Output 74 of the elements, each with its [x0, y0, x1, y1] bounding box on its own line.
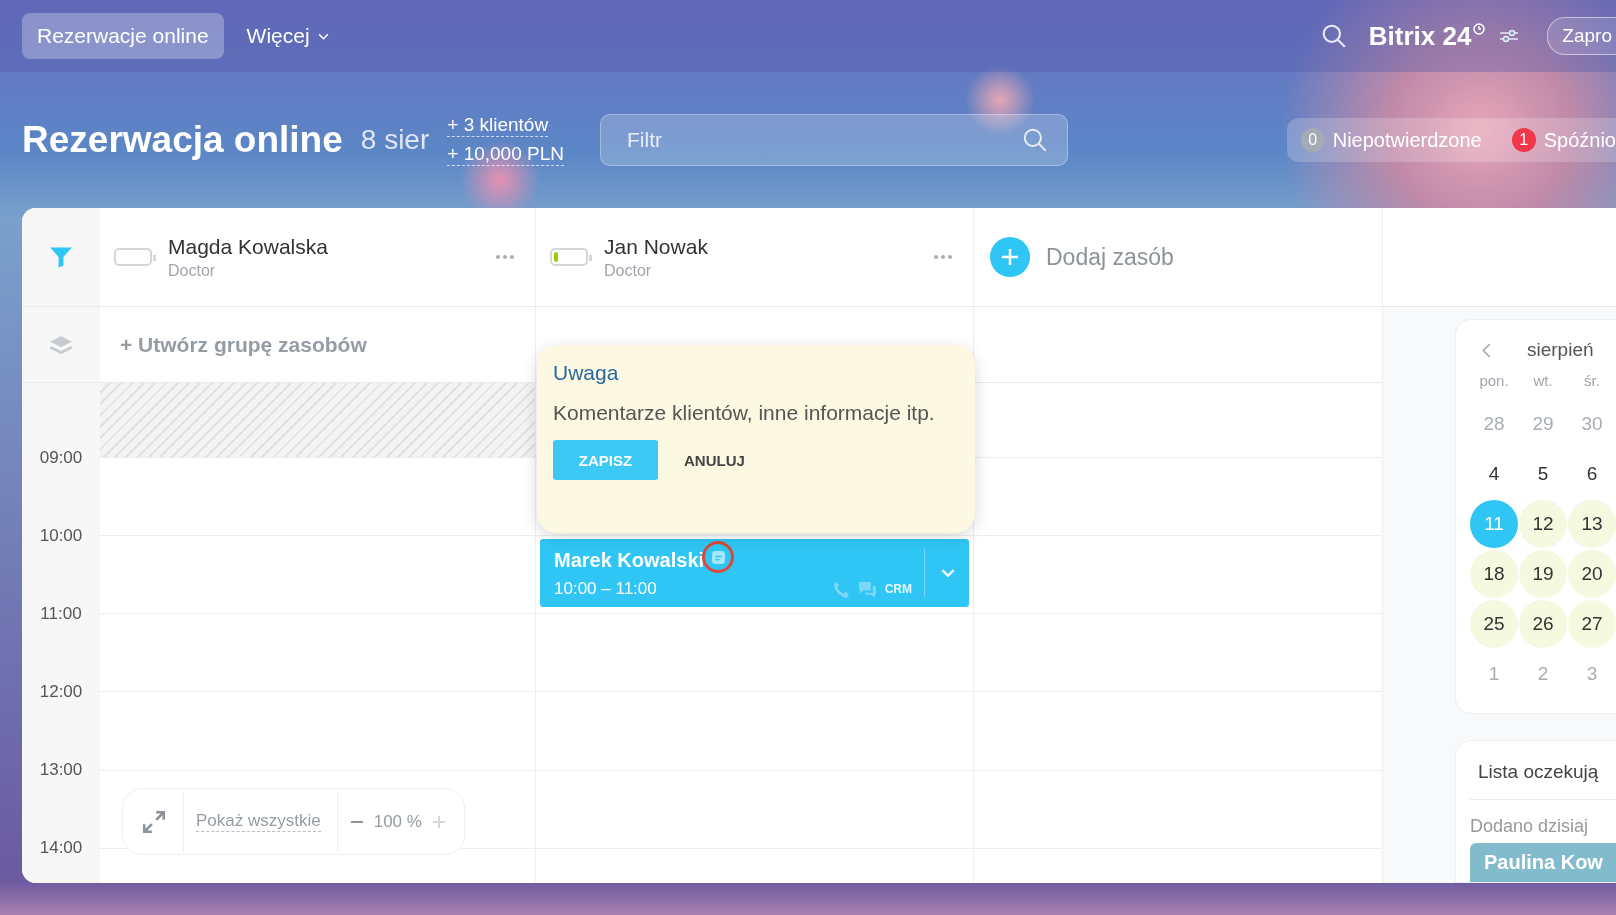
waiting-list-title: Lista oczekują [1470, 761, 1616, 800]
calendar-day[interactable]: 18 [1470, 550, 1518, 598]
calendar-day[interactable]: 2 [1519, 650, 1567, 698]
month-label: sierpień [1527, 339, 1594, 361]
calendar-day[interactable]: 12 [1519, 500, 1567, 548]
calendar-day[interactable]: 20 [1568, 550, 1616, 598]
hour-label: 09:00 [38, 448, 84, 468]
page-title: Rezerwacja online [22, 119, 343, 161]
caret-icon[interactable] [941, 568, 955, 578]
zoom-value: 100 % [373, 811, 422, 832]
calendar-day[interactable]: 4 [1470, 450, 1518, 498]
weekday-label: wt. [1532, 371, 1554, 391]
logo: Bitrix 24 [1368, 20, 1472, 52]
weekday-label: śr. [1583, 371, 1601, 391]
crm-label[interactable]: CRM [884, 582, 912, 596]
plus-icon[interactable] [431, 814, 446, 829]
resource-role: Doctor [168, 261, 217, 280]
note-icon[interactable] [710, 549, 726, 565]
resource-role: Doctor [604, 261, 653, 280]
stat-link[interactable]: + 10,000 PLN [447, 143, 564, 166]
create-group-link[interactable]: + Utwórz grupę zasobów [120, 332, 367, 357]
more-icon[interactable] [495, 254, 515, 260]
hour-label: 11:00 [39, 604, 83, 624]
calendar-day[interactable]: 11 [1470, 500, 1518, 548]
booking-time: 10:00 – 11:00 [554, 579, 657, 599]
resource-name: Magda Kowalska [168, 234, 329, 259]
nav-tab[interactable]: Więcej [231, 13, 344, 59]
count-badge: 0 [1300, 128, 1325, 152]
calendar-day[interactable]: 26 [1519, 600, 1567, 648]
clock-icon [1473, 23, 1486, 35]
group-label: Dodano dzisiaj [1470, 816, 1590, 837]
popup-title: Uwaga [553, 361, 620, 385]
cancel-button[interactable]: ANULUJ [666, 440, 763, 480]
hour-label: 12:00 [38, 682, 84, 702]
date-label: 8 sier [360, 124, 430, 156]
calendar-day[interactable]: 25 [1470, 600, 1518, 648]
calendar-day[interactable]: 27 [1568, 600, 1616, 648]
chat-icon[interactable] [857, 580, 877, 598]
calendar-day[interactable]: 28 [1470, 400, 1518, 448]
show-all-link[interactable]: Pokaż wszystkie [196, 811, 321, 832]
settings-icon[interactable] [1499, 28, 1520, 44]
waiting-client-card[interactable]: Paulina Kow [1470, 843, 1616, 882]
calendar-day[interactable]: 5 [1519, 450, 1567, 498]
booking-card[interactable]: Marek Kowalski 10:00 – 11:00 CRM [540, 539, 969, 607]
expand-icon[interactable] [141, 808, 167, 835]
counter-label[interactable]: Spóźnio [1543, 128, 1616, 152]
filter-icon[interactable] [49, 245, 73, 269]
calendar-day[interactable]: 3 [1568, 650, 1616, 698]
hour-label: 14:00 [38, 838, 84, 858]
count-badge: 1 [1511, 128, 1536, 152]
calendar-day[interactable]: 13 [1568, 500, 1616, 548]
counter-label[interactable]: Niepotwierdzone [1332, 128, 1482, 152]
add-resource-link[interactable]: Dodaj zasób [1046, 243, 1174, 271]
save-button[interactable]: ZAPISZ [553, 440, 658, 480]
hour-label: 10:00 [38, 526, 84, 546]
more-icon[interactable] [933, 254, 953, 260]
invite-button[interactable]: Zapro [1547, 17, 1616, 55]
resource-name: Jan Nowak [604, 234, 709, 259]
popup-text: Komentarze klientów, inne informacje itp. [553, 400, 936, 426]
chevron-left-icon[interactable] [1482, 342, 1491, 358]
search-icon[interactable] [1320, 23, 1347, 49]
calendar-day[interactable]: 1 [1470, 650, 1518, 698]
calendar-day[interactable]: 29 [1519, 400, 1567, 448]
client-name: Marek Kowalski [554, 548, 705, 572]
search-icon[interactable] [1022, 127, 1048, 153]
calendar-day[interactable]: 19 [1519, 550, 1567, 598]
hour-label: 13:00 [38, 760, 84, 780]
weekday-label: pon. [1478, 371, 1510, 391]
phone-icon[interactable] [832, 580, 850, 598]
calendar-day[interactable]: 6 [1568, 450, 1616, 498]
calendar-day[interactable]: 30 [1568, 400, 1616, 448]
nav-tab[interactable]: Rezerwacje online [22, 13, 224, 59]
stat-link[interactable]: + 3 klientów [447, 114, 549, 137]
plus-icon[interactable] [990, 237, 1030, 277]
